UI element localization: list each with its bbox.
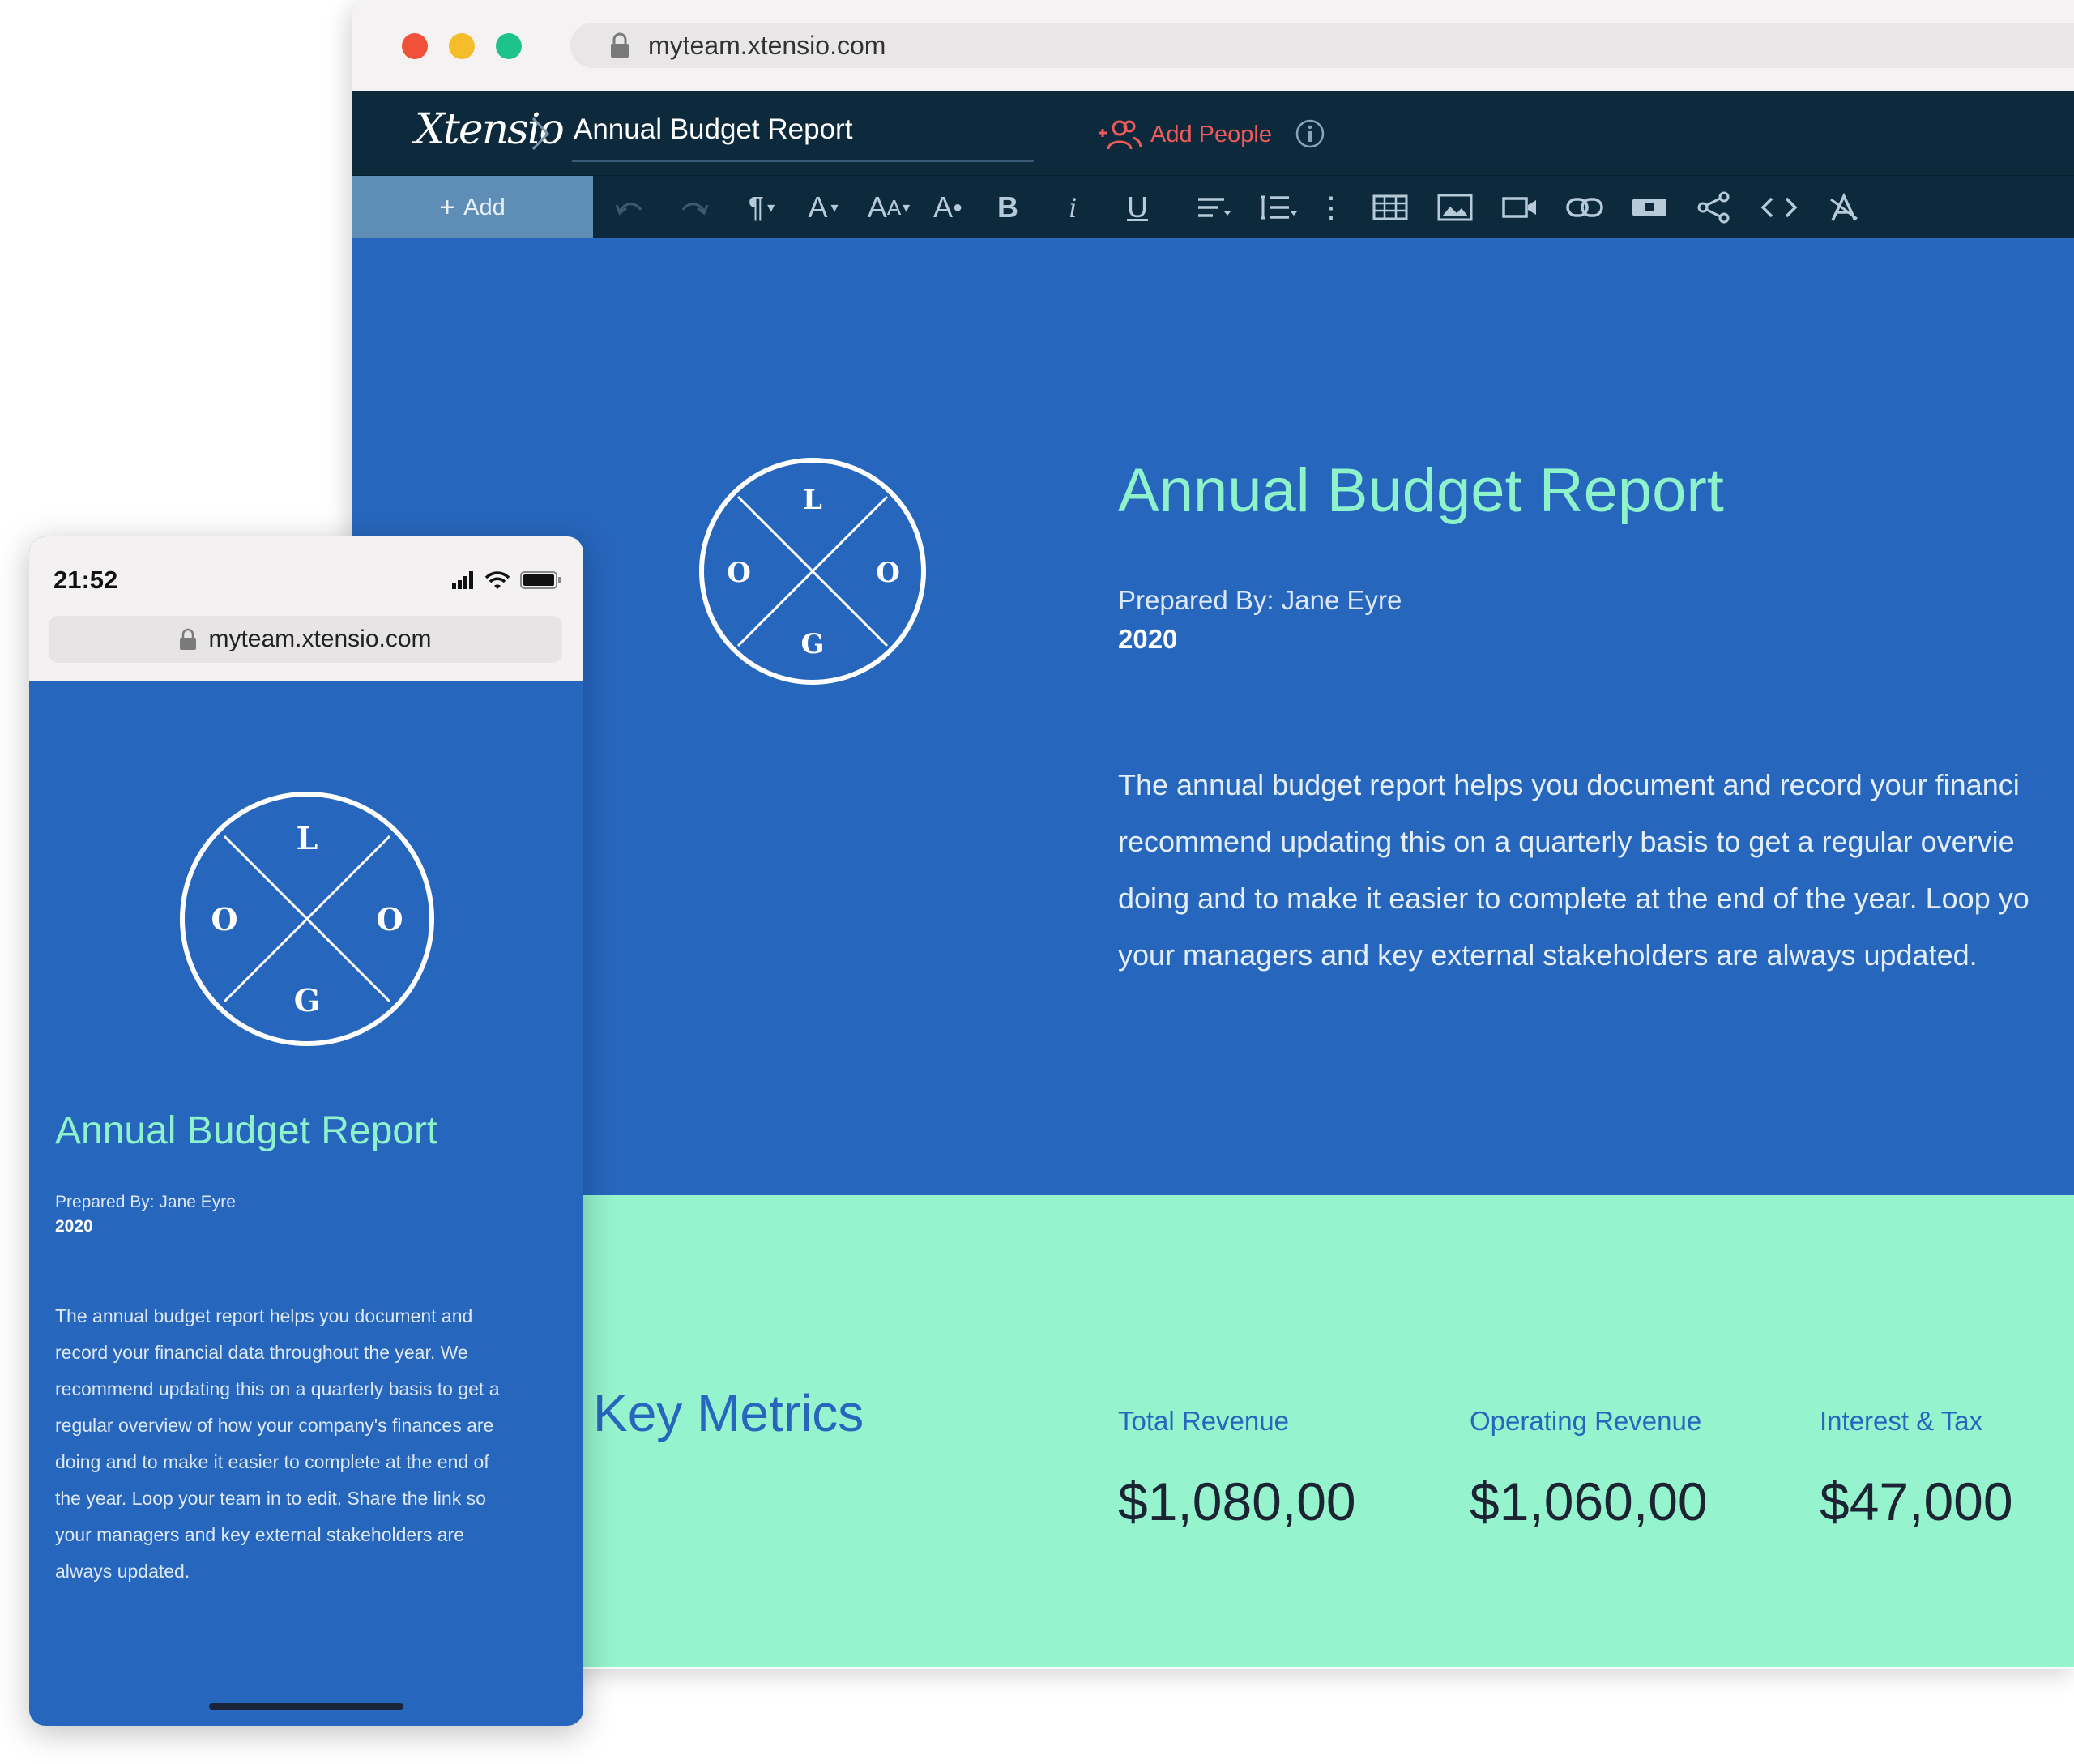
font-color-icon[interactable]: A ▾ — [799, 186, 847, 229]
mobile-description: The annual budget report helps you docum… — [55, 1298, 565, 1590]
logo-letter-top: L — [297, 820, 318, 856]
wifi-icon — [484, 571, 510, 589]
highlight-icon[interactable]: A ● — [930, 186, 966, 229]
metric-label-operating-revenue[interactable]: Operating Revenue — [1470, 1406, 1701, 1437]
key-metrics-title[interactable]: Key Metrics — [593, 1383, 864, 1443]
description-line: your managers and key external stakehold… — [1118, 938, 1978, 972]
report-year[interactable]: 2020 — [1118, 624, 1177, 655]
metric-value-operating-revenue[interactable]: $1,060,00 — [1470, 1471, 1708, 1532]
mobile-logo-placeholder: L O O G — [180, 792, 434, 1046]
logo-letter-left: O — [211, 901, 237, 938]
mobile-preview: 21:52 myteam.xtensio.com L O O G Annual … — [29, 536, 583, 1726]
maximize-window-button[interactable] — [496, 33, 522, 59]
table-icon[interactable] — [1369, 186, 1411, 229]
description-line: your managers and key external stakehold… — [55, 1524, 465, 1545]
lock-icon — [180, 628, 197, 650]
mobile-address-bar[interactable]: myteam.xtensio.com — [49, 616, 562, 663]
add-people-label: Add People — [1150, 121, 1272, 147]
add-people-icon — [1099, 120, 1142, 150]
key-metrics-section: Key Metrics Total Revenue $1,080,00 Oper… — [352, 1195, 2074, 1667]
paragraph-icon[interactable]: ¶ ▾ — [737, 186, 786, 229]
document-title-input[interactable]: Annual Budget Report — [572, 107, 1034, 162]
add-block-button[interactable]: + Add — [352, 176, 593, 239]
status-time: 21:52 — [53, 566, 118, 594]
hero-section: L O O G Annual Budget Report Prepared By… — [352, 238, 2074, 1195]
add-people-button[interactable]: Add People — [1097, 118, 1272, 151]
logo-letter-bottom: G — [294, 982, 320, 1019]
metric-label-total-revenue[interactable]: Total Revenue — [1118, 1406, 1289, 1437]
logo-letter-right: O — [876, 557, 900, 589]
code-icon[interactable] — [1758, 186, 1800, 229]
prepared-by[interactable]: Prepared By: Jane Eyre — [1118, 585, 1402, 616]
mobile-url: myteam.xtensio.com — [208, 626, 432, 652]
share-icon[interactable] — [1693, 186, 1735, 229]
signal-icon — [452, 571, 473, 589]
logo-letter-top: L — [803, 484, 822, 516]
mobile-year: 2020 — [55, 1217, 93, 1236]
lock-icon — [611, 32, 629, 58]
logo-letter-bottom: G — [800, 628, 824, 660]
bold-icon[interactable]: B — [992, 186, 1024, 229]
link-icon[interactable] — [1564, 186, 1606, 229]
mobile-title: Annual Budget Report — [55, 1109, 438, 1152]
description-line: the year. Loop your team in to edit. Sha… — [55, 1488, 486, 1509]
description-line: doing and to make it easier to complete … — [1118, 882, 2029, 915]
undo-icon[interactable] — [609, 186, 650, 229]
description-line: always updated. — [55, 1561, 190, 1582]
desktop-browser-window: myteam.xtensio.com Xtensio Annual Budget… — [352, 0, 2074, 1669]
button-icon[interactable] — [1628, 186, 1671, 229]
hero-title[interactable]: Annual Budget Report — [1118, 455, 1724, 526]
battery-icon — [520, 571, 561, 589]
browser-titlebar: myteam.xtensio.com — [352, 0, 2074, 91]
underline-icon[interactable]: U — [1121, 186, 1154, 229]
image-icon[interactable] — [1434, 186, 1476, 229]
description-line: recommend updating this on a quarterly b… — [55, 1378, 500, 1399]
redo-icon[interactable] — [674, 186, 715, 229]
address-bar-url: myteam.xtensio.com — [648, 30, 886, 60]
add-block-label: Add — [463, 194, 506, 220]
description-line: record your financial data throughout th… — [55, 1342, 468, 1363]
description-line: regular overview of how your company's f… — [55, 1415, 494, 1436]
chevron-right-icon — [531, 117, 550, 151]
status-icons — [452, 570, 562, 590]
font-size-icon[interactable]: A A ▾ — [860, 186, 917, 229]
description-line: The annual budget report helps you docum… — [55, 1305, 473, 1326]
metric-value-total-revenue[interactable]: $1,080,00 — [1118, 1471, 1356, 1532]
logo-letter-left: O — [727, 557, 751, 589]
close-window-button[interactable] — [402, 33, 428, 59]
description-line: recommend updating this on a quarterly b… — [1118, 825, 2015, 858]
address-bar[interactable]: myteam.xtensio.com — [570, 23, 2074, 68]
hero-description[interactable]: The annual budget report helps you docum… — [1118, 757, 2074, 984]
mobile-browser-chrome: 21:52 myteam.xtensio.com — [29, 536, 583, 681]
app-header: Xtensio Annual Budget Report Add People — [352, 91, 2074, 175]
list-icon[interactable] — [1251, 186, 1308, 229]
italic-icon[interactable]: i — [1056, 186, 1089, 229]
logo-letter-right: O — [376, 901, 403, 938]
align-icon[interactable] — [1186, 186, 1243, 229]
plus-icon: + — [439, 191, 456, 223]
video-icon[interactable] — [1499, 186, 1541, 229]
metric-label-interest-tax[interactable]: Interest & Tax — [1820, 1406, 1982, 1437]
info-icon[interactable] — [1295, 118, 1325, 149]
clear-format-icon[interactable] — [1823, 186, 1865, 229]
description-line: The annual budget report helps you docum… — [1118, 768, 2020, 801]
description-line: doing and to make it easier to complete … — [55, 1451, 489, 1472]
home-indicator[interactable] — [209, 1703, 403, 1710]
metric-value-interest-tax[interactable]: $47,000 — [1820, 1471, 2013, 1532]
editor-toolbar: + Add ¶ ▾ A ▾ A A ▾ A ● B i U ⋮ — [352, 175, 2074, 239]
logo-placeholder[interactable]: L O O G — [697, 455, 928, 687]
more-icon[interactable]: ⋮ — [1317, 186, 1346, 229]
minimize-window-button[interactable] — [449, 33, 475, 59]
mobile-prepared-by: Prepared By: Jane Eyre — [55, 1193, 236, 1211]
